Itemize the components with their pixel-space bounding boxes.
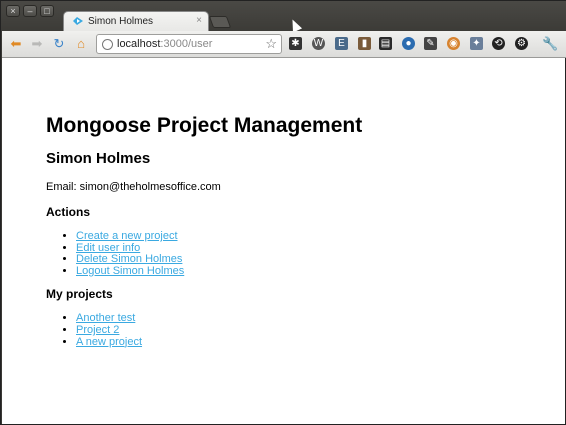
tab-simon-holmes[interactable]: Simon Holmes × (63, 11, 209, 31)
new-tab-button[interactable] (208, 16, 232, 28)
minimize-window-button[interactable]: – (23, 5, 37, 17)
actions-list: Create a new project Edit user info Dele… (76, 230, 546, 278)
page-content: Mongoose Project Management Simon Holmes… (46, 114, 546, 358)
url-path: :3000/user (160, 38, 213, 50)
forward-arrow-icon[interactable]: ➡ (29, 37, 45, 51)
actions-heading: Actions (46, 205, 91, 219)
close-window-button[interactable]: × (6, 5, 20, 17)
project-link[interactable]: A new project (76, 336, 142, 348)
extension-gear-icon[interactable]: ✱ (289, 37, 302, 50)
project-link[interactable]: Another test (76, 312, 135, 325)
home-icon[interactable]: ⌂ (73, 37, 89, 51)
user-name-heading: Simon Holmes (46, 150, 151, 167)
edit-user-link[interactable]: Edit user info (76, 242, 140, 254)
reload-icon[interactable]: ↻ (51, 37, 67, 51)
list-item: Logout Simon Holmes (76, 265, 546, 278)
extension-user-icon[interactable]: ● (402, 37, 415, 50)
url-host: localhost (117, 38, 161, 50)
page-title: Mongoose Project Management (46, 114, 363, 137)
extension-eye-icon[interactable]: ◉ (447, 37, 460, 50)
back-arrow-icon[interactable]: ⬅ (8, 37, 24, 51)
email-value: simon@theholmesoffice.com (79, 181, 221, 193)
delete-user-link[interactable]: Delete Simon Holmes (76, 253, 182, 265)
list-item: Another test (76, 313, 546, 325)
list-item: Create a new project (76, 230, 546, 243)
extension-pen-icon[interactable]: ✎ (424, 37, 437, 50)
url-text: localhost:3000/user (117, 38, 212, 50)
logout-link[interactable]: Logout Simon Holmes (76, 265, 184, 277)
list-item: A new project (76, 336, 546, 349)
extension-wordpress-icon[interactable]: W (312, 37, 325, 50)
email-line: Email: simon@theholmesoffice.com (46, 181, 546, 193)
maximize-window-button[interactable]: □ (40, 5, 54, 17)
projects-heading: My projects (46, 287, 113, 302)
browser-window: × – □ Simon Holmes × ⬅ ➡ ↻ ⌂ localhost:3… (0, 0, 566, 425)
extension-book-icon[interactable]: ▤ (379, 37, 392, 50)
wrench-menu-icon[interactable]: 🔧 (542, 37, 558, 50)
extension-phone-icon[interactable]: ▮ (358, 37, 371, 50)
window-controls: × – □ (6, 5, 54, 17)
close-tab-icon[interactable]: × (196, 15, 202, 26)
create-project-link[interactable]: Create a new project (76, 230, 178, 242)
browser-toolbar: ⬅ ➡ ↻ ⌂ localhost:3000/user ☆ ✱ W E ▮ ▤ … (2, 31, 566, 58)
tab-title: Simon Holmes (88, 16, 154, 27)
project-link[interactable]: Project 2 (76, 324, 119, 336)
projects-list: Another test Project 2 A new project (76, 313, 546, 348)
extension-evernote-icon[interactable]: E (335, 37, 348, 50)
bookmark-star-icon[interactable]: ☆ (265, 36, 277, 52)
email-label: Email: (46, 181, 77, 193)
page-viewport: Mongoose Project Management Simon Holmes… (2, 58, 565, 424)
favicon-icon (73, 17, 83, 25)
extension-tools-icon[interactable]: ✦ (470, 37, 483, 50)
extension-settings-icon[interactable]: ⚙ (515, 37, 528, 50)
list-item: Project 2 (76, 324, 546, 337)
address-bar[interactable]: localhost:3000/user ☆ (96, 34, 282, 54)
tab-strip: × – □ Simon Holmes × (1, 1, 566, 33)
page-info-icon (102, 39, 113, 50)
extension-sync-icon[interactable]: ⟲ (492, 37, 505, 50)
